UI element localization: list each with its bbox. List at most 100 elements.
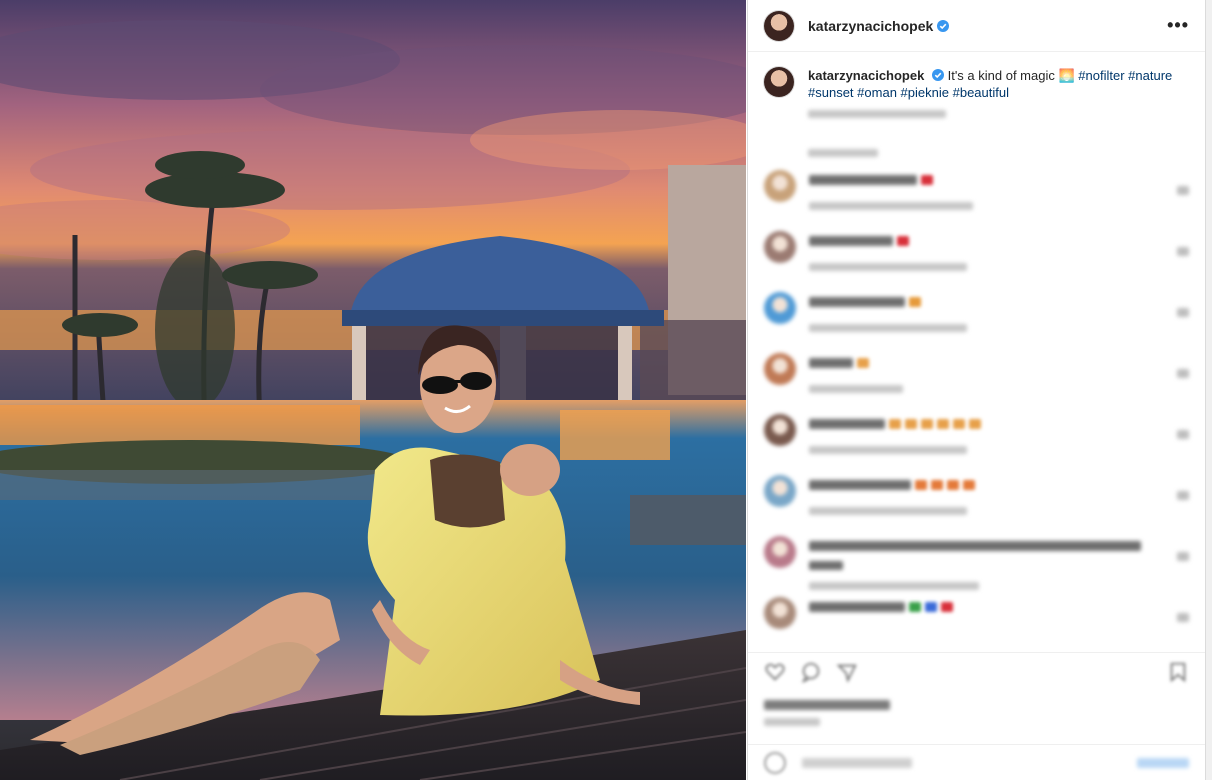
comment-input[interactable] (802, 757, 912, 768)
comment-meta-blurred (809, 507, 967, 515)
comment-emoji (921, 175, 933, 185)
comment-emoji (931, 480, 943, 490)
author-avatar[interactable] (764, 10, 794, 41)
emoji-icon[interactable] (764, 751, 786, 774)
comment-like-icon[interactable] (1177, 247, 1189, 256)
hashtag-nature[interactable]: #nature (1128, 68, 1172, 83)
comment-emoji (889, 419, 901, 429)
hashtag-nofilter[interactable]: #nofilter (1078, 68, 1124, 83)
comment-emoji (953, 419, 965, 429)
commenter-name-blurred[interactable] (809, 297, 905, 307)
commenter-avatar[interactable] (764, 597, 796, 629)
comment-meta-blurred (809, 263, 967, 271)
author-username[interactable]: katarzynacichopek (808, 18, 933, 34)
action-bar (748, 652, 1205, 690)
comment-row (748, 284, 1205, 345)
heart-icon[interactable] (764, 661, 786, 683)
comment-body (809, 294, 1139, 332)
edited-label-blurred (808, 148, 1205, 162)
commenter-name-blurred[interactable] (809, 236, 893, 246)
caption-avatar[interactable] (764, 67, 794, 97)
commenter-name-blurred[interactable] (809, 480, 911, 490)
comment-row (748, 528, 1205, 590)
commenter-name-blurred[interactable] (809, 602, 905, 612)
bookmark-icon[interactable] (1167, 661, 1189, 683)
hashtag-beautiful[interactable]: #beautiful (953, 85, 1009, 100)
comments-section[interactable]: katarzynacichopek It's a kind of magic 🌅… (748, 53, 1205, 651)
caption-message: It's a kind of magic (947, 68, 1055, 83)
post-comment-button[interactable] (1137, 757, 1189, 768)
commenter-avatar[interactable] (764, 475, 796, 507)
hashtag-oman[interactable]: #oman (857, 85, 897, 100)
verified-badge-icon (931, 69, 944, 81)
comment-row (748, 345, 1205, 406)
sunset-pool-photo (0, 0, 746, 780)
comment-emoji (909, 602, 921, 612)
comment-emoji (857, 358, 869, 368)
sunset-emoji: 🌅 (1058, 68, 1075, 83)
comment-emoji (947, 480, 959, 490)
share-icon[interactable] (836, 661, 858, 683)
caption-username[interactable]: katarzynacichopek (808, 68, 924, 83)
comment-row (748, 223, 1205, 284)
comment-body (809, 355, 1139, 393)
comment-like-icon[interactable] (1177, 613, 1189, 622)
caption-meta-blurred (808, 107, 1189, 124)
post-date-blurred (764, 718, 820, 726)
commenter-name-blurred[interactable] (809, 541, 1141, 551)
commenter-name-blurred[interactable] (809, 175, 917, 185)
hashtag-pieknie[interactable]: #pieknie (901, 85, 949, 100)
comment-emoji (921, 419, 933, 429)
comment-row (748, 406, 1205, 467)
commenter-avatar[interactable] (764, 292, 796, 324)
comment-list (748, 162, 1205, 650)
commenter-name-blurred[interactable] (809, 419, 885, 429)
post-caption: katarzynacichopek It's a kind of magic 🌅… (748, 53, 1205, 124)
comment-like-icon[interactable] (1177, 308, 1189, 317)
comment-body (809, 233, 1139, 271)
comment-emoji (963, 480, 975, 490)
post-detail-panel: katarzynacichopek ••• katarzynacichopek … (747, 0, 1206, 780)
comment-icon[interactable] (800, 661, 822, 683)
caption-text-block: katarzynacichopek It's a kind of magic 🌅… (808, 67, 1189, 124)
comment-emoji (915, 480, 927, 490)
add-comment-bar (748, 744, 1205, 780)
comment-like-icon[interactable] (1177, 369, 1189, 378)
comment-text-blurred (809, 561, 843, 570)
comment-like-icon[interactable] (1177, 491, 1189, 500)
comment-row (748, 162, 1205, 223)
comment-emoji (905, 419, 917, 429)
comment-body (809, 599, 1139, 617)
commenter-avatar[interactable] (764, 414, 796, 446)
comment-like-icon[interactable] (1177, 430, 1189, 439)
likes-count-blurred[interactable] (764, 700, 890, 710)
post-photo[interactable] (0, 0, 746, 780)
comment-row (748, 467, 1205, 528)
commenter-name-blurred[interactable] (809, 358, 853, 368)
comment-like-icon[interactable] (1177, 552, 1189, 561)
comment-emoji (897, 236, 909, 246)
comment-body (809, 416, 1139, 454)
hashtag-sunset[interactable]: #sunset (808, 85, 854, 100)
commenter-avatar[interactable] (764, 353, 796, 385)
comment-like-icon[interactable] (1177, 186, 1189, 195)
comment-body (809, 477, 1139, 515)
comment-meta-blurred (809, 324, 967, 332)
comment-row (748, 589, 1205, 650)
comment-emoji (937, 419, 949, 429)
comment-body (809, 172, 1139, 210)
more-options-button[interactable]: ••• (1167, 15, 1189, 36)
comment-meta-blurred (809, 385, 903, 393)
page-scrollbar[interactable] (1206, 0, 1212, 780)
verified-badge-icon (937, 19, 950, 32)
comment-emoji (909, 297, 921, 307)
comment-body (809, 538, 1141, 590)
comment-meta-blurred (809, 446, 967, 454)
commenter-avatar[interactable] (764, 231, 796, 263)
comment-emoji (925, 602, 937, 612)
post-header: katarzynacichopek ••• (748, 0, 1205, 52)
commenter-avatar[interactable] (764, 170, 796, 202)
commenter-avatar[interactable] (764, 536, 796, 568)
comment-emoji (941, 602, 953, 612)
comment-emoji (969, 419, 981, 429)
